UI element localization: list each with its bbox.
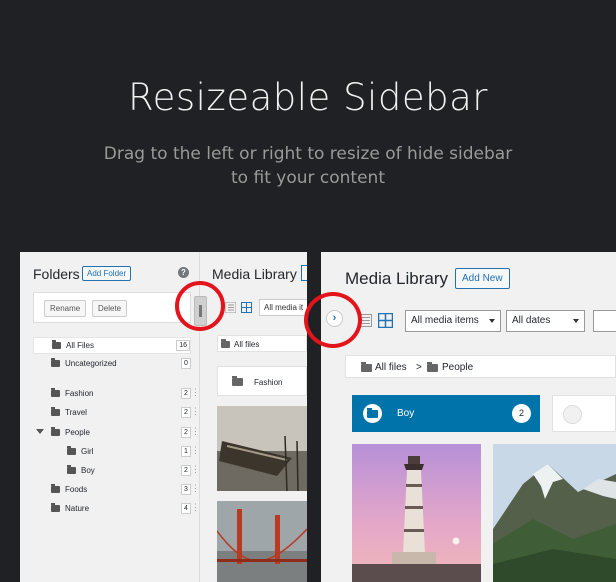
media-library-title: Media Library xyxy=(212,266,297,282)
breadcrumb-current: People xyxy=(442,362,474,373)
more-options-icon[interactable]: ⋮ xyxy=(191,426,200,437)
folder-label: Uncategorized xyxy=(65,359,117,368)
expand-caret-icon[interactable] xyxy=(36,429,44,434)
folder-icon xyxy=(367,408,378,418)
folder-item-foods[interactable]: Foods 3 ⋮ xyxy=(33,482,200,499)
folder-count: 2 xyxy=(181,388,191,399)
rename-button[interactable]: Rename xyxy=(44,300,87,317)
folder-icon xyxy=(67,465,76,474)
thumbnail-lighthouse[interactable] xyxy=(352,444,481,582)
more-options-icon[interactable]: ⋮ xyxy=(191,387,200,398)
grid-view-icon[interactable] xyxy=(378,313,393,328)
highlight-ring-handle xyxy=(175,281,225,331)
more-options-icon[interactable]: ⋮ xyxy=(191,445,200,456)
folder-count: 4 xyxy=(181,503,191,514)
hero-subtitle-line-2: to fit your content xyxy=(231,168,385,188)
folder-icon xyxy=(232,376,243,386)
folder-open-icon xyxy=(51,427,60,436)
thumbnail-bridge[interactable] xyxy=(217,501,307,582)
folder-icon xyxy=(427,362,438,372)
folder-label: Nature xyxy=(65,504,90,513)
more-options-icon[interactable]: ⋮ xyxy=(191,406,200,417)
folder-badge xyxy=(363,404,382,423)
folder-icon xyxy=(221,339,230,348)
thumbnail-mountains[interactable] xyxy=(493,444,616,582)
folder-item-fashion[interactable]: Fashion 2 ⋮ xyxy=(33,386,200,403)
folder-badge xyxy=(563,405,582,424)
folder-count: 2 xyxy=(181,427,191,438)
folder-card-label: Fashion xyxy=(254,378,283,387)
thumbnail-boat[interactable] xyxy=(217,406,307,491)
folder-count: 1 xyxy=(181,446,191,457)
date-select[interactable]: All dates xyxy=(506,310,585,332)
folder-label: Fashion xyxy=(65,389,94,398)
right-screenshot: Media Library Add New › All media items … xyxy=(321,252,616,582)
help-icon[interactable]: ? xyxy=(178,267,189,278)
breadcrumb: All files xyxy=(217,335,307,352)
folder-item-girl[interactable]: Girl 1 ⋮ xyxy=(33,444,200,461)
hero-subtitle-line-1: Drag to the left or right to resize of h… xyxy=(103,144,513,164)
add-new-button[interactable]: Add New xyxy=(455,268,510,289)
folder-label: All Files xyxy=(66,341,95,350)
more-options-icon[interactable]: ⋮ xyxy=(191,464,200,475)
folder-card-fashion[interactable]: Fashion xyxy=(217,366,307,396)
folder-item-travel[interactable]: Travel 2 ⋮ xyxy=(33,405,200,422)
chevron-down-icon xyxy=(573,319,579,323)
folder-open-icon xyxy=(52,340,61,349)
folder-card-count: 2 xyxy=(512,404,531,423)
folder-icon xyxy=(51,484,60,493)
folder-label: Foods xyxy=(65,485,88,494)
folder-count: 3 xyxy=(181,484,191,495)
more-options-icon[interactable]: ⋮ xyxy=(191,502,200,513)
folder-icon xyxy=(51,358,60,367)
list-view-icon[interactable] xyxy=(225,302,236,313)
sidebar-heading: Folders xyxy=(33,266,80,282)
highlight-ring-expand xyxy=(304,292,362,348)
media-type-value: All media items xyxy=(411,315,479,326)
hero-title: Resizeable Sidebar xyxy=(128,76,488,119)
folder-item-uncategorized[interactable]: Uncategorized 0 xyxy=(33,356,191,373)
folder-item-people[interactable]: People 2 ⋮ xyxy=(33,425,200,442)
folder-sidebar: Folders Add Folder ? Rename Delete All F… xyxy=(20,252,200,582)
breadcrumb: All files > People xyxy=(345,355,616,378)
breadcrumb-separator: > xyxy=(416,362,422,373)
folder-item-all-files[interactable]: All Files 16 xyxy=(33,337,191,354)
add-new-button[interactable] xyxy=(301,265,307,281)
breadcrumb-root[interactable]: All files xyxy=(375,362,407,373)
delete-button[interactable]: Delete xyxy=(92,300,128,317)
grid-view-icon[interactable] xyxy=(241,302,252,313)
media-filter-select[interactable]: All media it xyxy=(259,299,307,316)
folder-card-boy[interactable]: Boy 2 xyxy=(352,395,540,432)
folder-toolbar: Rename Delete xyxy=(33,292,191,323)
folder-count: 2 xyxy=(181,407,191,418)
add-folder-button[interactable]: Add Folder xyxy=(82,266,132,281)
folder-item-nature[interactable]: Nature 4 ⋮ xyxy=(33,501,200,518)
chevron-down-icon xyxy=(489,319,495,323)
folder-card-label: Boy xyxy=(397,408,415,419)
folder-label: People xyxy=(65,428,90,437)
folder-count: 16 xyxy=(176,340,190,351)
folder-card-partial[interactable] xyxy=(552,395,616,432)
folder-label: Travel xyxy=(65,408,87,417)
breadcrumb-root[interactable]: All files xyxy=(234,340,259,349)
folder-label: Boy xyxy=(81,466,95,475)
folder-item-boy[interactable]: Boy 2 ⋮ xyxy=(33,463,200,480)
folder-count: 2 xyxy=(181,465,191,476)
hero-subtitle: Drag to the left or right to resize of h… xyxy=(0,142,616,190)
folder-icon xyxy=(51,388,60,397)
folder-label: Girl xyxy=(81,447,94,456)
folder-count: 0 xyxy=(181,358,191,369)
folder-icon xyxy=(51,407,60,416)
folder-icon xyxy=(51,503,60,512)
left-screenshot: Folders Add Folder ? Rename Delete All F… xyxy=(20,252,307,582)
bulk-select[interactable] xyxy=(593,310,616,332)
folder-icon xyxy=(67,446,76,455)
more-options-icon[interactable]: ⋮ xyxy=(191,483,200,494)
media-type-select[interactable]: All media items xyxy=(405,310,501,332)
folder-icon xyxy=(361,362,372,372)
media-library-title: Media Library xyxy=(345,269,448,288)
date-value: All dates xyxy=(512,315,551,326)
